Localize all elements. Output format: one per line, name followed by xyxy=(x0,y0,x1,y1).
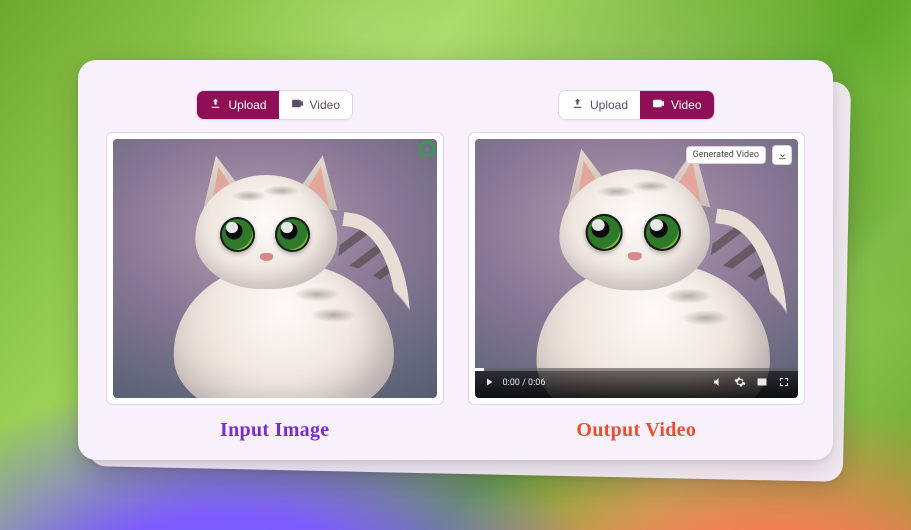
output-video-box[interactable]: Generated Video 0:00 / 0:06 xyxy=(468,132,806,405)
upload-tab[interactable]: Upload xyxy=(559,91,640,119)
play-icon[interactable] xyxy=(483,376,495,391)
input-caption: Input Image xyxy=(220,419,329,442)
input-tabs: Upload Video xyxy=(196,90,353,120)
progress-track[interactable] xyxy=(475,368,799,371)
output-video-frame xyxy=(475,139,799,398)
settings-icon[interactable] xyxy=(734,376,746,391)
player-time: 0:00 / 0:06 xyxy=(503,378,546,388)
upload-icon xyxy=(571,97,584,113)
generated-badge: Generated Video xyxy=(686,146,766,164)
video-tab-label: Video xyxy=(671,98,701,112)
download-button[interactable] xyxy=(772,145,792,165)
output-caption: Output Video xyxy=(576,419,696,442)
upload-tab-label: Upload xyxy=(590,98,628,112)
video-tab[interactable]: Video xyxy=(279,91,352,119)
download-icon xyxy=(777,146,788,165)
video-tab-label: Video xyxy=(310,98,340,112)
upload-tab-label: Upload xyxy=(228,98,266,112)
pip-icon[interactable] xyxy=(756,376,768,391)
video-icon xyxy=(291,97,304,113)
video-icon xyxy=(652,97,665,113)
upload-tab[interactable]: Upload xyxy=(197,91,278,119)
input-image-box[interactable] xyxy=(106,132,444,405)
output-panel: Upload Video xyxy=(468,90,806,442)
video-tab[interactable]: Video xyxy=(640,91,713,119)
input-image xyxy=(113,139,437,398)
upload-icon xyxy=(209,97,222,113)
output-tabs: Upload Video xyxy=(558,90,715,120)
video-player-bar[interactable]: 0:00 / 0:06 xyxy=(475,368,799,398)
comparison-card: Upload Video xyxy=(78,60,833,460)
status-ok-icon xyxy=(419,141,435,157)
input-panel: Upload Video xyxy=(106,90,444,442)
volume-icon[interactable] xyxy=(712,376,724,391)
fullscreen-icon[interactable] xyxy=(778,376,790,391)
